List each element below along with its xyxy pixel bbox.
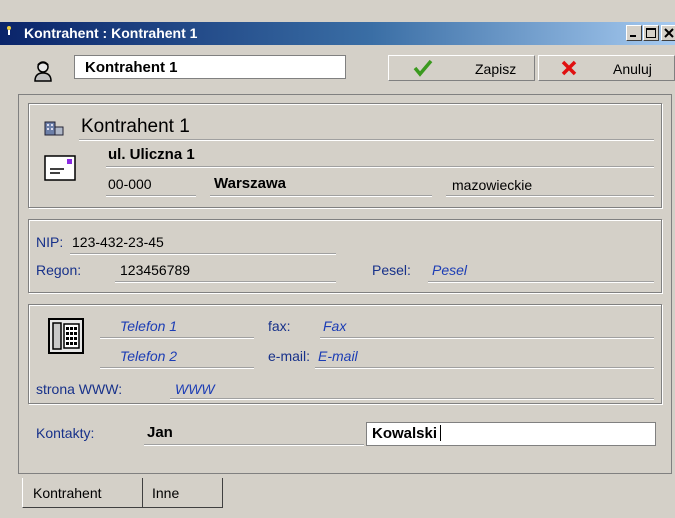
pesel-label: Pesel: (372, 262, 411, 278)
postal-underline (106, 195, 196, 196)
nip-field[interactable]: 123-432-23-45 (72, 234, 164, 250)
maximize-button[interactable] (643, 25, 659, 41)
phone1-underline (100, 337, 254, 338)
email-underline (315, 367, 654, 368)
envelope-icon (44, 155, 76, 181)
last-name-text: Kowalski (372, 425, 438, 442)
street-field[interactable]: ul. Uliczna 1 (108, 146, 195, 163)
region-field[interactable]: mazowieckie (452, 177, 532, 193)
nip-underline (70, 253, 336, 254)
address-name[interactable]: Kontrahent 1 (81, 116, 190, 138)
city-field[interactable]: Warszawa (214, 175, 286, 192)
window: Kontrahent : Kontrahent 1 Kontrahent 1 Z… (0, 0, 675, 518)
phone-icon (48, 318, 84, 354)
green-checkmark-icon (413, 59, 433, 77)
email-field[interactable]: E-mail (318, 348, 358, 364)
regon-label: Regon: (36, 262, 82, 278)
contact-first-name-field[interactable]: Jan (147, 424, 173, 441)
tab-kontrahent-label: Kontrahent (33, 485, 102, 501)
phone2-underline (100, 367, 254, 368)
email-label: e-mail: (268, 348, 311, 364)
building-icon (44, 121, 64, 136)
tab-inne-label: Inne (152, 485, 180, 501)
text-caret (440, 425, 442, 441)
person-icon (34, 61, 52, 82)
cancel-label: Anuluj (613, 61, 652, 77)
contacts-label: Kontakty: (36, 425, 95, 441)
pesel-underline (428, 281, 654, 282)
regon-underline (115, 281, 336, 282)
tab-kontrahent[interactable]: Kontrahent (22, 478, 143, 508)
phone1-field[interactable]: Telefon 1 (120, 318, 177, 334)
save-label: Zapisz (475, 61, 517, 77)
www-field[interactable]: WWW (175, 381, 215, 397)
minimize-button[interactable] (626, 25, 642, 41)
save-button[interactable]: Zapisz (388, 55, 535, 81)
postal-code-field[interactable]: 00-000 (108, 176, 152, 192)
regon-field[interactable]: 123456789 (120, 262, 190, 278)
www-underline (170, 398, 654, 399)
maximize-icon (646, 28, 656, 38)
app-icon (7, 26, 11, 35)
nip-label: NIP: (36, 234, 64, 250)
city-underline (210, 195, 432, 196)
pesel-field[interactable]: Pesel (432, 262, 467, 278)
region-underline (446, 195, 654, 196)
fax-underline (320, 337, 654, 338)
minimize-icon (630, 35, 636, 37)
www-label: strona WWW: (36, 381, 123, 397)
contact-last-name-field[interactable]: Kowalski (366, 422, 656, 446)
window-title: Kontrahent : Kontrahent 1 (24, 25, 198, 41)
street-underline (106, 166, 654, 167)
name-underline (79, 139, 654, 140)
cancel-button[interactable]: Anuluj (538, 55, 675, 81)
tab-inne[interactable]: Inne (143, 478, 223, 508)
close-button[interactable] (661, 25, 675, 41)
fax-label: fax: (268, 318, 291, 334)
title-bar[interactable]: Kontrahent : Kontrahent 1 (0, 22, 675, 45)
red-x-icon (561, 60, 577, 76)
contractor-name-field[interactable]: Kontrahent 1 (74, 55, 346, 79)
phone2-field[interactable]: Telefon 2 (120, 348, 177, 364)
close-icon (664, 28, 674, 38)
fax-field[interactable]: Fax (323, 318, 346, 334)
first-name-underline (144, 444, 364, 445)
